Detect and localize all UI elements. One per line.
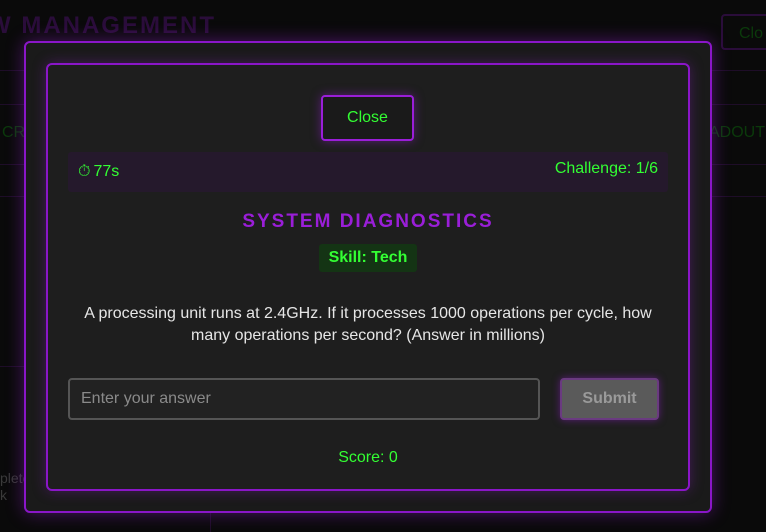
skill-badge: Skill: Tech xyxy=(319,244,417,272)
challenge-counter: Challenge: 1/6 xyxy=(554,160,658,177)
challenge-status-bar: ⏱ 77s Challenge: 1/6 xyxy=(68,152,668,192)
challenge-title: SYSTEM DIAGNOSTICS xyxy=(242,211,494,232)
stopwatch-icon: ⏱ xyxy=(78,163,91,180)
background-tab-fragment: CR xyxy=(2,124,26,141)
background-close-button: Clo xyxy=(721,14,766,50)
submit-button[interactable]: Submit xyxy=(560,378,659,420)
background-tab-fragment: ADOUT xyxy=(709,124,765,141)
question-text: A processing unit runs at 2.4GHz. If it … xyxy=(84,305,652,344)
background-divider xyxy=(0,366,24,367)
timer-value: 77s xyxy=(93,163,120,180)
background-page-title: W MANAGEMENT xyxy=(0,12,216,39)
answer-input[interactable] xyxy=(68,378,540,420)
score-display: Score: 0 xyxy=(338,449,398,466)
close-button[interactable]: Close xyxy=(321,95,414,141)
background-divider xyxy=(210,513,211,532)
countdown-timer: ⏱ 77s xyxy=(78,163,119,181)
